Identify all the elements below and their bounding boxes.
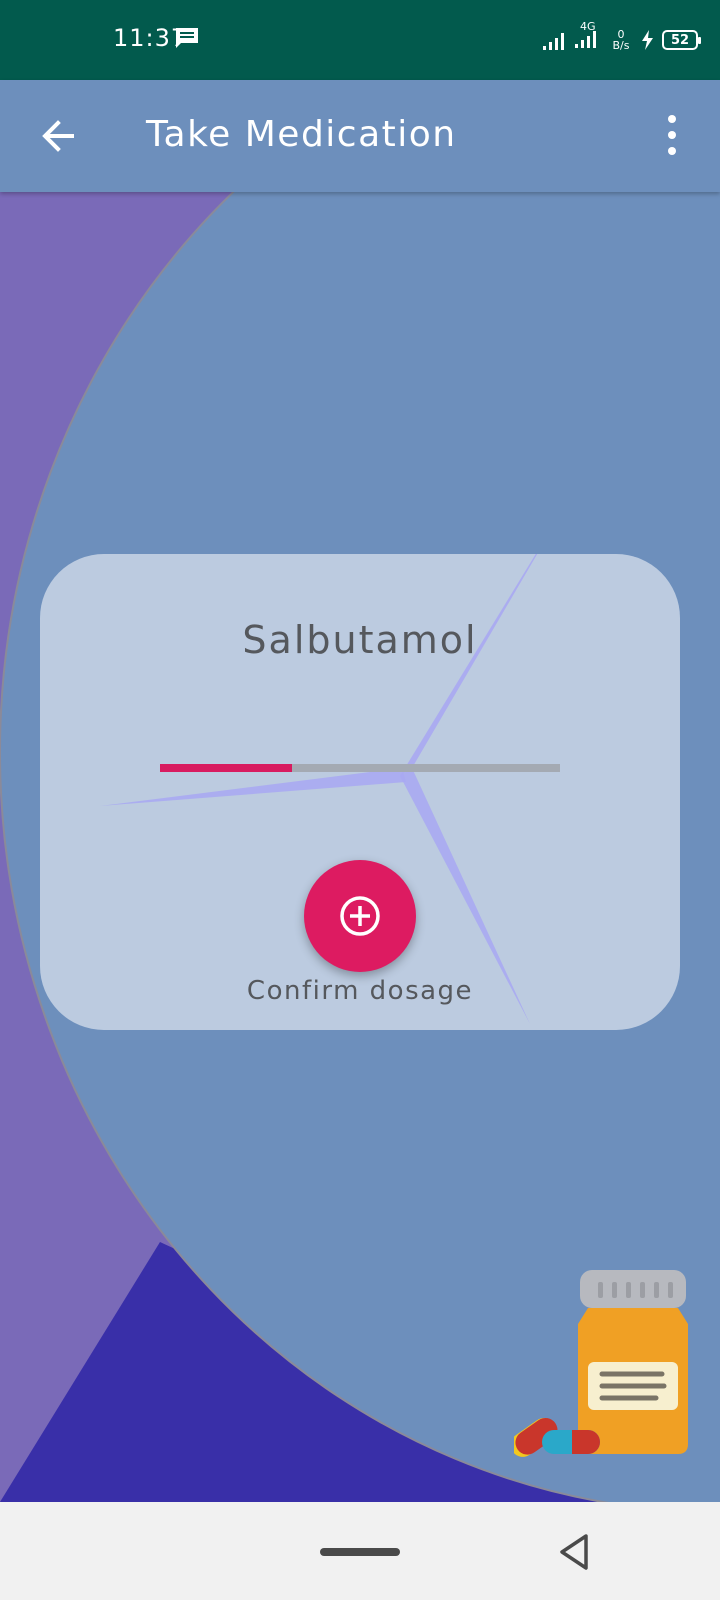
network-type-label: 4G (580, 20, 596, 33)
more-options-button[interactable] (660, 110, 684, 160)
confirm-dosage-label: Confirm dosage (246, 976, 474, 1006)
nav-back-icon[interactable] (556, 1532, 592, 1572)
battery-level: 52 (670, 32, 690, 48)
network-speed: 0 B/s (608, 29, 634, 51)
app-bar: Take Medication (0, 80, 720, 192)
charging-icon (642, 30, 653, 50)
signal-4g-icon: 4G (574, 21, 602, 53)
more-vert-icon (668, 115, 676, 123)
dosage-progress-fill (160, 764, 292, 772)
status-bar: 11:37 4G 0 B/s 52 (0, 0, 720, 80)
medicine-bottle-icon (514, 1270, 688, 1457)
system-navigation-bar (0, 1502, 720, 1600)
dosage-progress-bar (160, 764, 560, 772)
status-indicators: 4G 0 B/s 52 (542, 21, 701, 58)
add-circle-icon (340, 896, 380, 936)
page-title: Take Medication (146, 114, 457, 155)
signal-icon (543, 33, 564, 50)
medication-name: Salbutamol (242, 618, 478, 662)
more-vert-icon-dot (668, 131, 676, 139)
battery-icon: 52 (662, 30, 701, 50)
confirm-dosage-button[interactable] (304, 860, 416, 972)
message-icon (176, 28, 198, 48)
main-content: Salbutamol Confirm dosage (0, 192, 720, 1502)
home-button[interactable] (320, 1548, 400, 1556)
arrow-back-icon (42, 120, 74, 152)
network-speed-unit: B/s (612, 39, 630, 52)
more-vert-icon-dot (668, 147, 676, 155)
back-button[interactable] (30, 108, 86, 164)
medication-card: Salbutamol Confirm dosage (40, 554, 680, 1030)
